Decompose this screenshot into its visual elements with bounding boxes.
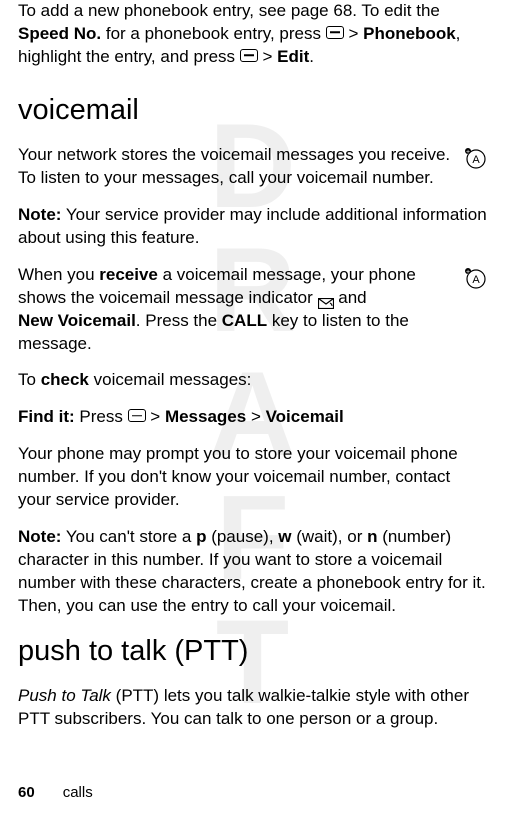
w-char: w	[278, 527, 291, 546]
p3b: voicemail messages:	[89, 370, 252, 389]
note2-label: Note:	[18, 527, 61, 546]
findit-text: Press	[75, 407, 128, 426]
findit-paragraph: Find it: Press > Messages > Voicemail	[18, 406, 487, 429]
note2b: (pause),	[206, 527, 278, 546]
note2c: (wait), or	[292, 527, 368, 546]
voicemail-note1: Note: Your service provider may include …	[18, 204, 487, 250]
findit-label: Find it:	[18, 407, 75, 426]
menu-key-icon	[128, 409, 146, 422]
n-char: n	[367, 527, 377, 546]
note-label: Note:	[18, 205, 61, 224]
note1-text: Your service provider may include additi…	[18, 205, 487, 247]
gt2: >	[258, 47, 277, 66]
voicemail-p4: Your phone may prompt you to store your …	[18, 443, 487, 512]
menu-key-icon	[326, 26, 344, 39]
ptt-italic: Push to Talk	[18, 686, 111, 705]
mail-icon	[318, 293, 334, 304]
voicemail-p1: Your network stores the voicemail messag…	[18, 145, 450, 187]
voicemail-label: Voicemail	[266, 407, 344, 426]
svg-text:+: +	[466, 269, 470, 276]
findit-gt1: >	[146, 407, 165, 426]
p3a: To	[18, 370, 41, 389]
phonebook-label: Phonebook	[363, 24, 456, 43]
p2d: . Press the	[136, 311, 222, 330]
p-char: p	[196, 527, 206, 546]
svg-text:+: +	[466, 149, 470, 156]
menu-key-icon	[240, 49, 258, 62]
intro-text2: for a phonebook entry, press	[101, 24, 326, 43]
gt1: >	[344, 24, 363, 43]
svg-text:A: A	[472, 154, 480, 166]
receive-bold: receive	[99, 265, 158, 284]
svg-text:A: A	[472, 274, 480, 286]
call-label: CALL	[222, 311, 267, 330]
period: .	[309, 47, 314, 66]
ptt-heading: push to talk (PTT)	[18, 632, 487, 671]
edit-label: Edit	[277, 47, 309, 66]
intro-text1: To add a new phonebook entry, see page 6…	[18, 1, 440, 20]
page-number: 60	[18, 784, 35, 801]
note2a: You can't store a	[61, 527, 196, 546]
p2a: When you	[18, 265, 99, 284]
findit-gt2: >	[246, 407, 265, 426]
section-label: calls	[63, 784, 93, 801]
check-paragraph: To check voicemail messages:	[18, 369, 487, 392]
new-voicemail-label: New Voicemail	[18, 311, 136, 330]
check-bold: check	[41, 370, 89, 389]
voicemail-note2: Note: You can't store a p (pause), w (wa…	[18, 526, 487, 618]
network-icon: A +	[463, 266, 487, 290]
network-icon: A +	[463, 146, 487, 170]
footer: 60 calls	[18, 783, 93, 803]
intro-paragraph: To add a new phonebook entry, see page 6…	[18, 0, 487, 69]
voicemail-heading: voicemail	[18, 91, 487, 130]
messages-label: Messages	[165, 407, 246, 426]
p2c: and	[334, 288, 367, 307]
speedno-label: Speed No.	[18, 24, 101, 43]
ptt-paragraph: Push to Talk (PTT) lets you talk walkie-…	[18, 685, 487, 731]
